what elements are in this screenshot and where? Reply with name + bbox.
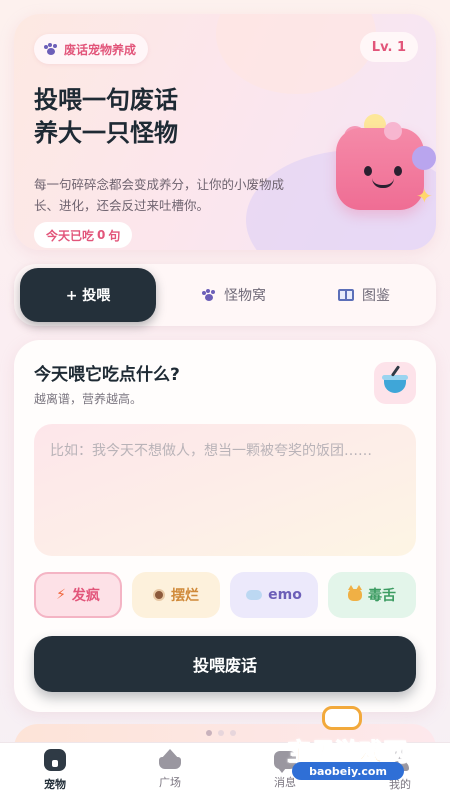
hero-tag-label: 废话宠物养成 [64,42,137,57]
tab-collection[interactable]: 图鉴 [304,268,424,322]
page-dot [206,730,212,736]
monster-bubble [384,122,402,140]
monster-eye [364,166,372,176]
watermark-url: baobeiy.com [292,762,404,780]
tab-feed-label: + 投喂 [65,288,111,304]
mood-chip-label: 毒舌 [368,588,396,604]
today-suffix: 句 [108,228,121,243]
nav-square[interactable]: 广场 [130,749,210,790]
title-line-1: 投喂一句废话 [34,86,178,114]
paw-icon [202,289,216,301]
mood-chip-slack[interactable]: 摆烂 [132,572,220,618]
lightning-icon: ⚡ [56,587,66,603]
sparkle-icon: ✦ [416,184,433,208]
tab-monster-den-label: 怪物窝 [224,288,266,304]
monster-eye [394,166,402,176]
tab-collection-label: 图鉴 [362,288,390,304]
hero-card: 废话宠物养成 Lv. 1 投喂一句废话 养大一只怪物 每一句碎碎念都会变成养分，… [14,14,436,250]
monster-body [336,128,424,210]
submit-feed-button[interactable]: 投喂废话 [34,636,416,692]
page-dot [218,730,224,736]
hero-description: 每一句碎碎念都会变成养分，让你的小废物成长、进化，还会反过来吐槽你。 [34,177,285,213]
today-count: 0 [97,228,106,242]
mood-chip-label: 摆烂 [171,588,199,604]
today-counter-badge: 今天已吃 0 句 [34,222,133,248]
bean-icon [153,589,165,601]
cat-icon [348,585,362,601]
mood-chip-crazy[interactable]: ⚡ 发疯 [34,572,122,618]
level-badge: Lv. 1 [359,32,418,62]
nav-pet-label: 宠物 [44,778,66,791]
mood-chip-snarky[interactable]: 毒舌 [328,572,416,618]
home-icon [44,749,66,771]
page-dot [230,730,236,736]
tab-feed[interactable]: + 投喂 [20,268,156,322]
mood-chip-label: 发疯 [71,588,100,604]
monster-bubble [412,146,436,170]
nav-pet[interactable]: 宠物 [15,749,95,792]
gamepad-icon [322,706,362,730]
food-bowl-button[interactable] [374,362,416,404]
feed-title: 今天喂它吃点什么? [34,365,180,385]
tab-monster-den[interactable]: 怪物窝 [174,268,294,322]
mood-chip-emo[interactable]: emo [230,572,318,618]
monster-avatar[interactable]: ✦ [324,114,436,210]
bowl-icon [382,375,408,393]
book-icon [338,289,354,301]
watermark: 宝贝游戏网 baobeiy.com [272,706,422,784]
hero-tag: 废话宠物养成 [34,34,149,64]
hero-decoration [216,14,376,94]
title-line-2: 养大一只怪物 [34,119,178,147]
crown-icon [159,749,181,769]
feed-card: 今天喂它吃点什么? 越离谱，营养越高。 比如：我今天不想做人，想当一颗被夸奖的饭… [14,340,436,712]
nav-square-label: 广场 [159,776,181,789]
tab-bar: + 投喂 怪物窝 图鉴 [14,264,436,326]
mood-chip-label: emo [268,587,302,603]
page-indicator [206,730,236,736]
today-prefix: 今天已吃 [46,228,95,243]
feed-subtitle: 越离谱，营养越高。 [34,392,143,406]
cloud-icon [246,590,263,600]
nonsense-input[interactable]: 比如：我今天不想做人，想当一颗被夸奖的饭团…… [34,424,416,556]
page-title: 投喂一句废话 养大一只怪物 [34,84,178,150]
paw-icon [44,43,58,55]
